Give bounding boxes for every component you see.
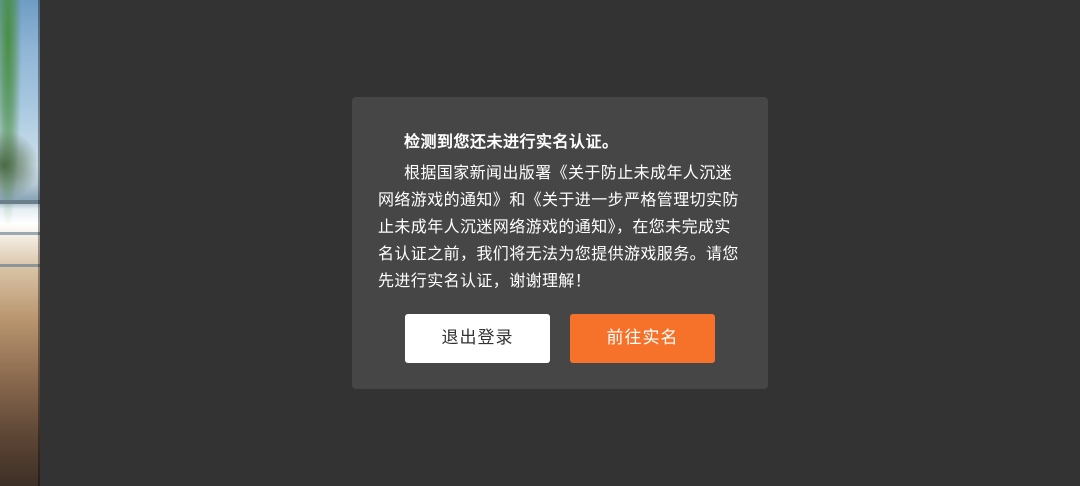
logout-button[interactable]: 退出登录: [405, 314, 550, 363]
railing-image: [0, 200, 40, 204]
background-game-scene: [0, 0, 40, 486]
scene-divider: [38, 0, 40, 486]
go-verify-button[interactable]: 前往实名: [570, 314, 715, 363]
railing-image: [0, 264, 40, 267]
railing-image: [0, 232, 40, 235]
dialog-title: 检测到您还未进行实名认证。: [404, 132, 619, 151]
real-name-verification-dialog: 检测到您还未进行实名认证。 根据国家新闻出版署《关于防止未成年人沉迷网络游戏的通…: [352, 97, 768, 389]
palm-tree-image: [0, 130, 40, 200]
dialog-message: 根据国家新闻出版署《关于防止未成年人沉迷网络游戏的通知》和《关于进一步严格管理切…: [378, 163, 739, 290]
